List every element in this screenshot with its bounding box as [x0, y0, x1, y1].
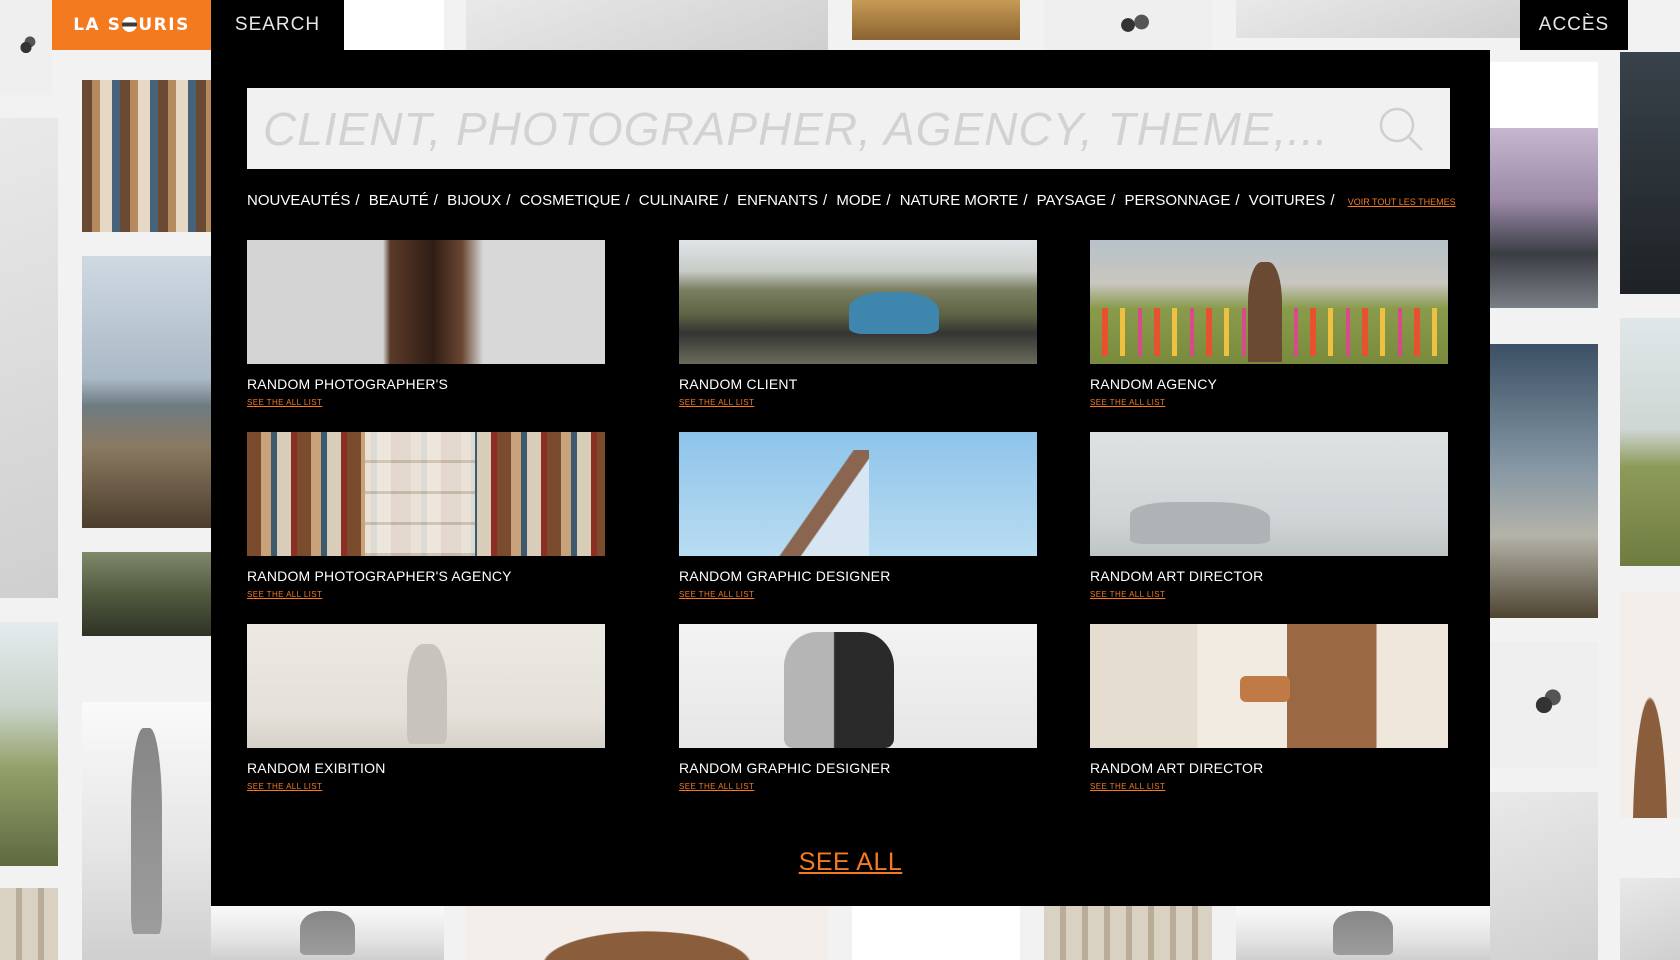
bg-image: [0, 118, 58, 598]
theme-link-voitures[interactable]: VOITURES: [1249, 192, 1326, 209]
theme-separator: /: [1330, 192, 1335, 209]
theme-link-enfants[interactable]: ENFNANTS: [737, 192, 818, 209]
see-list-link[interactable]: SEE THE ALL LIST: [247, 782, 322, 791]
bg-image: [1620, 592, 1680, 818]
search-icon[interactable]: [1378, 106, 1424, 152]
bg-image: [852, 906, 1020, 960]
bg-image: [0, 888, 58, 960]
card-image[interactable]: [1090, 240, 1448, 364]
result-card: RANDOM EXIBITION SEE THE ALL LIST: [247, 624, 605, 794]
see-list-link[interactable]: SEE THE ALL LIST: [1090, 782, 1165, 791]
bg-image: [466, 0, 828, 50]
bg-image: [344, 0, 444, 50]
theme-separator: /: [506, 192, 511, 209]
result-grid: RANDOM PHOTOGRAPHER'S SEE THE ALL LIST R…: [247, 240, 1448, 800]
theme-separator: /: [1111, 192, 1116, 209]
bg-image: [466, 906, 828, 960]
bg-image: [0, 622, 58, 866]
card-title: RANDOM PHOTOGRAPHER'S AGENCY: [247, 568, 512, 584]
result-card: RANDOM GRAPHIC DESIGNER SEE THE ALL LIST: [679, 624, 1037, 794]
see-list-link[interactable]: SEE THE ALL LIST: [679, 398, 754, 407]
theme-list: NOUVEAUTÉS / BEAUTÉ / BIJOUX / COSMETIQUE / …: [247, 192, 1457, 209]
theme-separator: /: [1023, 192, 1028, 209]
theme-separator: /: [355, 192, 360, 209]
bg-image: [1044, 906, 1212, 960]
bg-image: [1490, 792, 1598, 960]
bg-image: [82, 80, 211, 232]
card-image[interactable]: [247, 624, 605, 748]
see-all-container: SEE ALL: [211, 848, 1490, 877]
see-all-themes-link[interactable]: VOIR TOUT LES THEMES: [1348, 197, 1456, 207]
logo-text: LA S URIS: [73, 15, 190, 35]
card-title: RANDOM AGENCY: [1090, 376, 1218, 392]
result-card: RANDOM ART DIRECTOR SEE THE ALL LIST: [1090, 624, 1448, 794]
bg-image: [82, 702, 211, 960]
see-all-link[interactable]: SEE ALL: [799, 848, 903, 876]
bg-image: [1620, 318, 1680, 566]
theme-link-mode[interactable]: MODE: [836, 192, 881, 209]
see-list-link[interactable]: SEE THE ALL LIST: [247, 398, 322, 407]
theme-separator: /: [886, 192, 891, 209]
see-list-link[interactable]: SEE THE ALL LIST: [679, 782, 754, 791]
search-panel: NOUVEAUTÉS/ BEAUTÉ/ BIJOUX/ COSMETIQUE/ …: [211, 50, 1490, 906]
result-card: RANDOM AGENCY SEE THE ALL LIST: [1090, 240, 1448, 410]
see-list-link[interactable]: SEE THE ALL LIST: [1090, 590, 1165, 599]
result-card: RANDOM CLIENT SEE THE ALL LIST: [679, 240, 1037, 410]
bg-image: [82, 256, 211, 528]
theme-separator: /: [823, 192, 828, 209]
search-box: [247, 88, 1450, 169]
result-card: RANDOM PHOTOGRAPHER'S SEE THE ALL LIST: [247, 240, 605, 410]
card-title: RANDOM EXIBITION: [247, 760, 386, 776]
card-image[interactable]: [679, 624, 1037, 748]
theme-link-culinaire[interactable]: CULINAIRE: [639, 192, 719, 209]
result-card: RANDOM GRAPHIC DESIGNER SEE THE ALL LIST: [679, 432, 1037, 602]
theme-link-nature-morte[interactable]: NATURE MORTE: [900, 192, 1019, 209]
bg-image: [1490, 128, 1598, 308]
card-title: RANDOM CLIENT: [679, 376, 798, 392]
logo-ball-icon: [122, 17, 138, 32]
card-image[interactable]: [679, 432, 1037, 556]
card-title: RANDOM GRAPHIC DESIGNER: [679, 760, 891, 776]
search-tab[interactable]: SEARCH: [211, 0, 344, 50]
theme-separator: /: [625, 192, 630, 209]
theme-link-beaute[interactable]: BEAUTÉ: [369, 192, 429, 209]
bg-image: [1490, 344, 1598, 618]
bg-image: [852, 0, 1020, 40]
bg-image: [1236, 0, 1520, 38]
result-card: RANDOM PHOTOGRAPHER'S AGENCY SEE THE ALL…: [247, 432, 605, 602]
bg-image: [1044, 0, 1212, 50]
card-title: RANDOM ART DIRECTOR: [1090, 568, 1264, 584]
card-image[interactable]: [1090, 432, 1448, 556]
result-card: RANDOM ART DIRECTOR SEE THE ALL LIST: [1090, 432, 1448, 602]
theme-separator: /: [1235, 192, 1240, 209]
card-title: RANDOM GRAPHIC DESIGNER: [679, 568, 891, 584]
theme-link-personnage[interactable]: PERSONNAGE: [1124, 192, 1230, 209]
bg-image: [1620, 52, 1680, 294]
card-image[interactable]: [679, 240, 1037, 364]
card-image[interactable]: [247, 240, 605, 364]
theme-link-paysage[interactable]: PAYSAGE: [1037, 192, 1106, 209]
theme-link-bijoux[interactable]: BIJOUX: [447, 192, 501, 209]
bg-image: [1620, 878, 1680, 960]
theme-link-nouveautes[interactable]: NOUVEAUTÉS: [247, 192, 350, 209]
search-input[interactable]: [247, 88, 1377, 169]
theme-separator: /: [433, 192, 438, 209]
card-title: RANDOM ART DIRECTOR: [1090, 760, 1264, 776]
bg-image: [211, 906, 444, 960]
theme-link-cosmetique[interactable]: COSMETIQUE: [520, 192, 621, 209]
see-list-link[interactable]: SEE THE ALL LIST: [247, 590, 322, 599]
logo[interactable]: LA S URIS: [52, 0, 211, 50]
bg-image: [0, 0, 52, 95]
see-list-link[interactable]: SEE THE ALL LIST: [679, 590, 754, 599]
theme-separator: /: [723, 192, 728, 209]
access-button[interactable]: ACCÈS: [1520, 0, 1628, 50]
card-title: RANDOM PHOTOGRAPHER'S: [247, 376, 449, 392]
card-image[interactable]: [1090, 624, 1448, 748]
bg-image: [1490, 642, 1598, 768]
bg-image: [1236, 906, 1490, 960]
bg-image: [82, 552, 211, 636]
see-list-link[interactable]: SEE THE ALL LIST: [1090, 398, 1165, 407]
card-image[interactable]: [247, 432, 605, 556]
